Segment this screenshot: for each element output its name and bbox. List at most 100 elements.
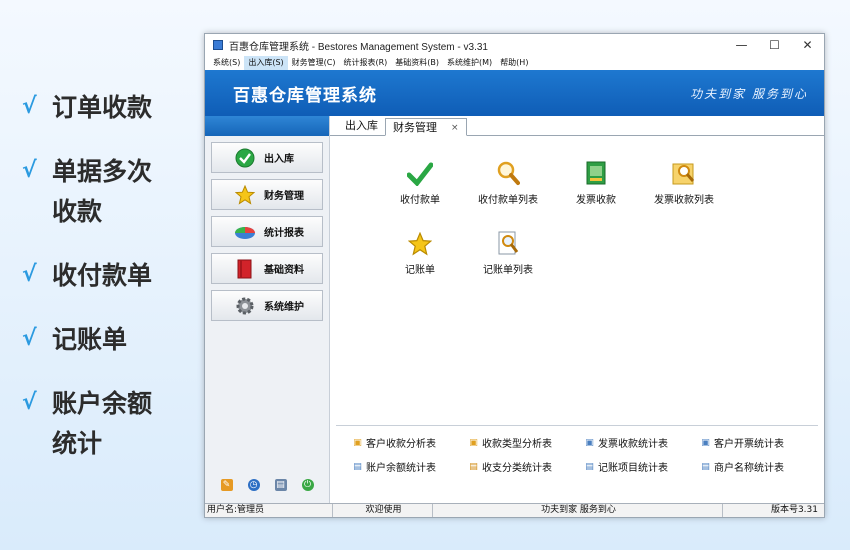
fn-label: 发票收款列表 [654,195,714,206]
sidebar-item-label: 出入库 [264,154,294,165]
status-version: 版本号3.31 [770,505,818,515]
main-panel: 出入库 财务管理 × 收付款单 收付款单列表 发票收款 发票收款列表 记账单 记… [330,116,824,503]
banner: 百惠仓库管理系统 功夫到家 服务到心 [205,70,824,116]
feature-text: 订单收款 [52,93,153,122]
fn-label: 收付款单 [400,195,440,206]
feature-text: 账户余额 统计 [52,389,153,458]
menu-help[interactable]: 帮助(H) [496,56,532,70]
feature-item: √ 收付款单 [22,256,197,296]
sidebar-item-label: 财务管理 [264,191,304,202]
sidebar-item-label: 统计报表 [264,228,304,239]
folder-icon: ▣ [353,437,362,448]
banner-title: 百惠仓库管理系统 [233,85,377,106]
report-row: ▤ 账户余额统计表 ▤ 收支分类统计表 ▤ 记账项目统计表 ▤ 商户名称统计表 [336,459,818,475]
feature-item: √ 单据多次 收款 [22,152,197,232]
edit-doc-icon: ▤ [469,461,478,472]
fn-label: 发票收款 [576,195,616,206]
feature-item: √ 记账单 [22,320,197,360]
checkmark-icon: √ [22,326,37,351]
sidebar-item-basic-data[interactable]: 基础资料 [211,253,323,284]
menu-basic-data[interactable]: 基础资料(B) [391,56,443,70]
status-bar: 用户名:管理员 欢迎使用 功夫到家 服务到心 版本号3.31 [205,503,824,517]
gear-icon [234,295,256,317]
minimize-button[interactable]: — [725,38,758,52]
document-search-icon [458,224,558,256]
fn-label: 记账单列表 [483,265,533,276]
sidebar-item-label: 基础资料 [264,265,304,276]
sidebar-header [205,116,329,136]
menu-bar: 系统(S) 出入库(S) 财务管理(C) 统计报表(R) 基础资料(B) 系统维… [205,56,824,70]
feature-text: 收付款单 [52,261,153,290]
close-icon[interactable]: × [451,119,459,135]
report-links: ▣ 客户收款分析表 ▣ 收款类型分析表 ▣ 发票收款统计表 ▣ 客户开票统计表 ▤ 账户余… [336,425,818,499]
menu-system[interactable]: 系统(S) [209,56,244,70]
fn-invoice-receipt[interactable]: 发票收款 [546,154,646,206]
checkmark-icon: √ [22,262,37,287]
checkmark-icon [370,154,470,186]
exit-icon[interactable]: ⏻ [301,479,314,491]
report-link[interactable]: ▤ 收支分类统计表 [468,459,584,475]
report-link[interactable]: ▣ 收款类型分析表 [468,435,584,451]
report-link[interactable]: ▤ 账户余额统计表 [352,459,468,475]
sidebar-item-maintenance[interactable]: 系统维护 [211,290,323,321]
invoice-icon [546,154,646,186]
tab-stock[interactable]: 出入库 [338,117,385,135]
menu-maintenance[interactable]: 系统维护(M) [443,56,496,70]
title-bar[interactable]: 百惠仓库管理系统 - Bestores Management System - … [205,34,824,56]
menu-stock[interactable]: 出入库(S) [244,56,288,70]
tab-bar: 出入库 财务管理 × [330,116,824,136]
print-icon[interactable]: ▤ [274,479,287,491]
content-area: 出入库 财务管理 统计报表 基础资料 系统维护 ✎ ◷ ▤ ⏻ 出入库 财务管理… [205,116,824,503]
tab-finance[interactable]: 财务管理 × [385,118,467,136]
fn-label: 记账单 [405,265,435,276]
check-circle-icon [234,147,256,169]
document-icon: ▤ [585,461,594,472]
app-icon [213,40,223,50]
report-link[interactable]: ▤ 记账项目统计表 [584,459,700,475]
app-window: 百惠仓库管理系统 - Bestores Management System - … [204,33,825,518]
sidebar-item-label: 系统维护 [264,302,304,313]
sidebar-item-finance[interactable]: 财务管理 [211,179,323,210]
fn-invoice-receipt-list[interactable]: 发票收款列表 [634,154,734,206]
status-slogan: 功夫到家 服务到心 [433,504,723,517]
magnifier-icon [458,154,558,186]
document-icon: ▤ [701,461,710,472]
document-icon: ▤ [353,461,362,472]
fn-journal[interactable]: 记账单 [370,224,470,276]
maximize-button[interactable]: ☐ [758,38,791,52]
sidebar-item-stock[interactable]: 出入库 [211,142,323,173]
banner-slogan: 功夫到家 服务到心 [690,86,808,101]
fn-journal-list[interactable]: 记账单列表 [458,224,558,276]
report-link[interactable]: ▣ 发票收款统计表 [584,435,700,451]
fn-receipt-payment[interactable]: 收付款单 [370,154,470,206]
report-link[interactable]: ▤ 商户名称统计表 [700,459,816,475]
star-icon [234,184,256,206]
checkmark-icon: √ [22,94,37,119]
status-welcome: 欢迎使用 [333,504,433,517]
tab-label: 财务管理 [393,121,437,134]
close-button[interactable]: ✕ [791,38,824,52]
feature-list: √ 订单收款 √ 单据多次 收款 √ 收付款单 √ 记账单 √ 账户余额 统计 [22,88,197,488]
sidebar-footer: ✎ ◷ ▤ ⏻ [205,479,329,491]
menu-finance[interactable]: 财务管理(C) [288,56,340,70]
status-user: 用户名:管理员 [205,504,333,517]
report-link[interactable]: ▣ 客户收款分析表 [352,435,468,451]
book-icon [234,258,256,280]
search-doc-icon[interactable]: ✎ [220,479,233,491]
report-row: ▣ 客户收款分析表 ▣ 收款类型分析表 ▣ 发票收款统计表 ▣ 客户开票统计表 [336,435,818,451]
fn-receipt-payment-list[interactable]: 收付款单列表 [458,154,558,206]
feature-item: √ 订单收款 [22,88,197,128]
invoice-search-icon [634,154,734,186]
fn-label: 收付款单列表 [478,195,538,206]
feature-text: 记账单 [52,325,128,354]
search-doc-icon: ▣ [701,437,710,448]
clock-icon[interactable]: ◷ [247,479,260,491]
window-title: 百惠仓库管理系统 - Bestores Management System - … [229,41,488,53]
report-link[interactable]: ▣ 客户开票统计表 [700,435,816,451]
pie-chart-icon [234,221,256,243]
menu-reports[interactable]: 统计报表(R) [339,56,391,70]
search-doc-icon: ▣ [585,437,594,448]
feature-text: 单据多次 收款 [52,157,153,226]
sidebar-item-reports[interactable]: 统计报表 [211,216,323,247]
folder-icon: ▣ [469,437,478,448]
